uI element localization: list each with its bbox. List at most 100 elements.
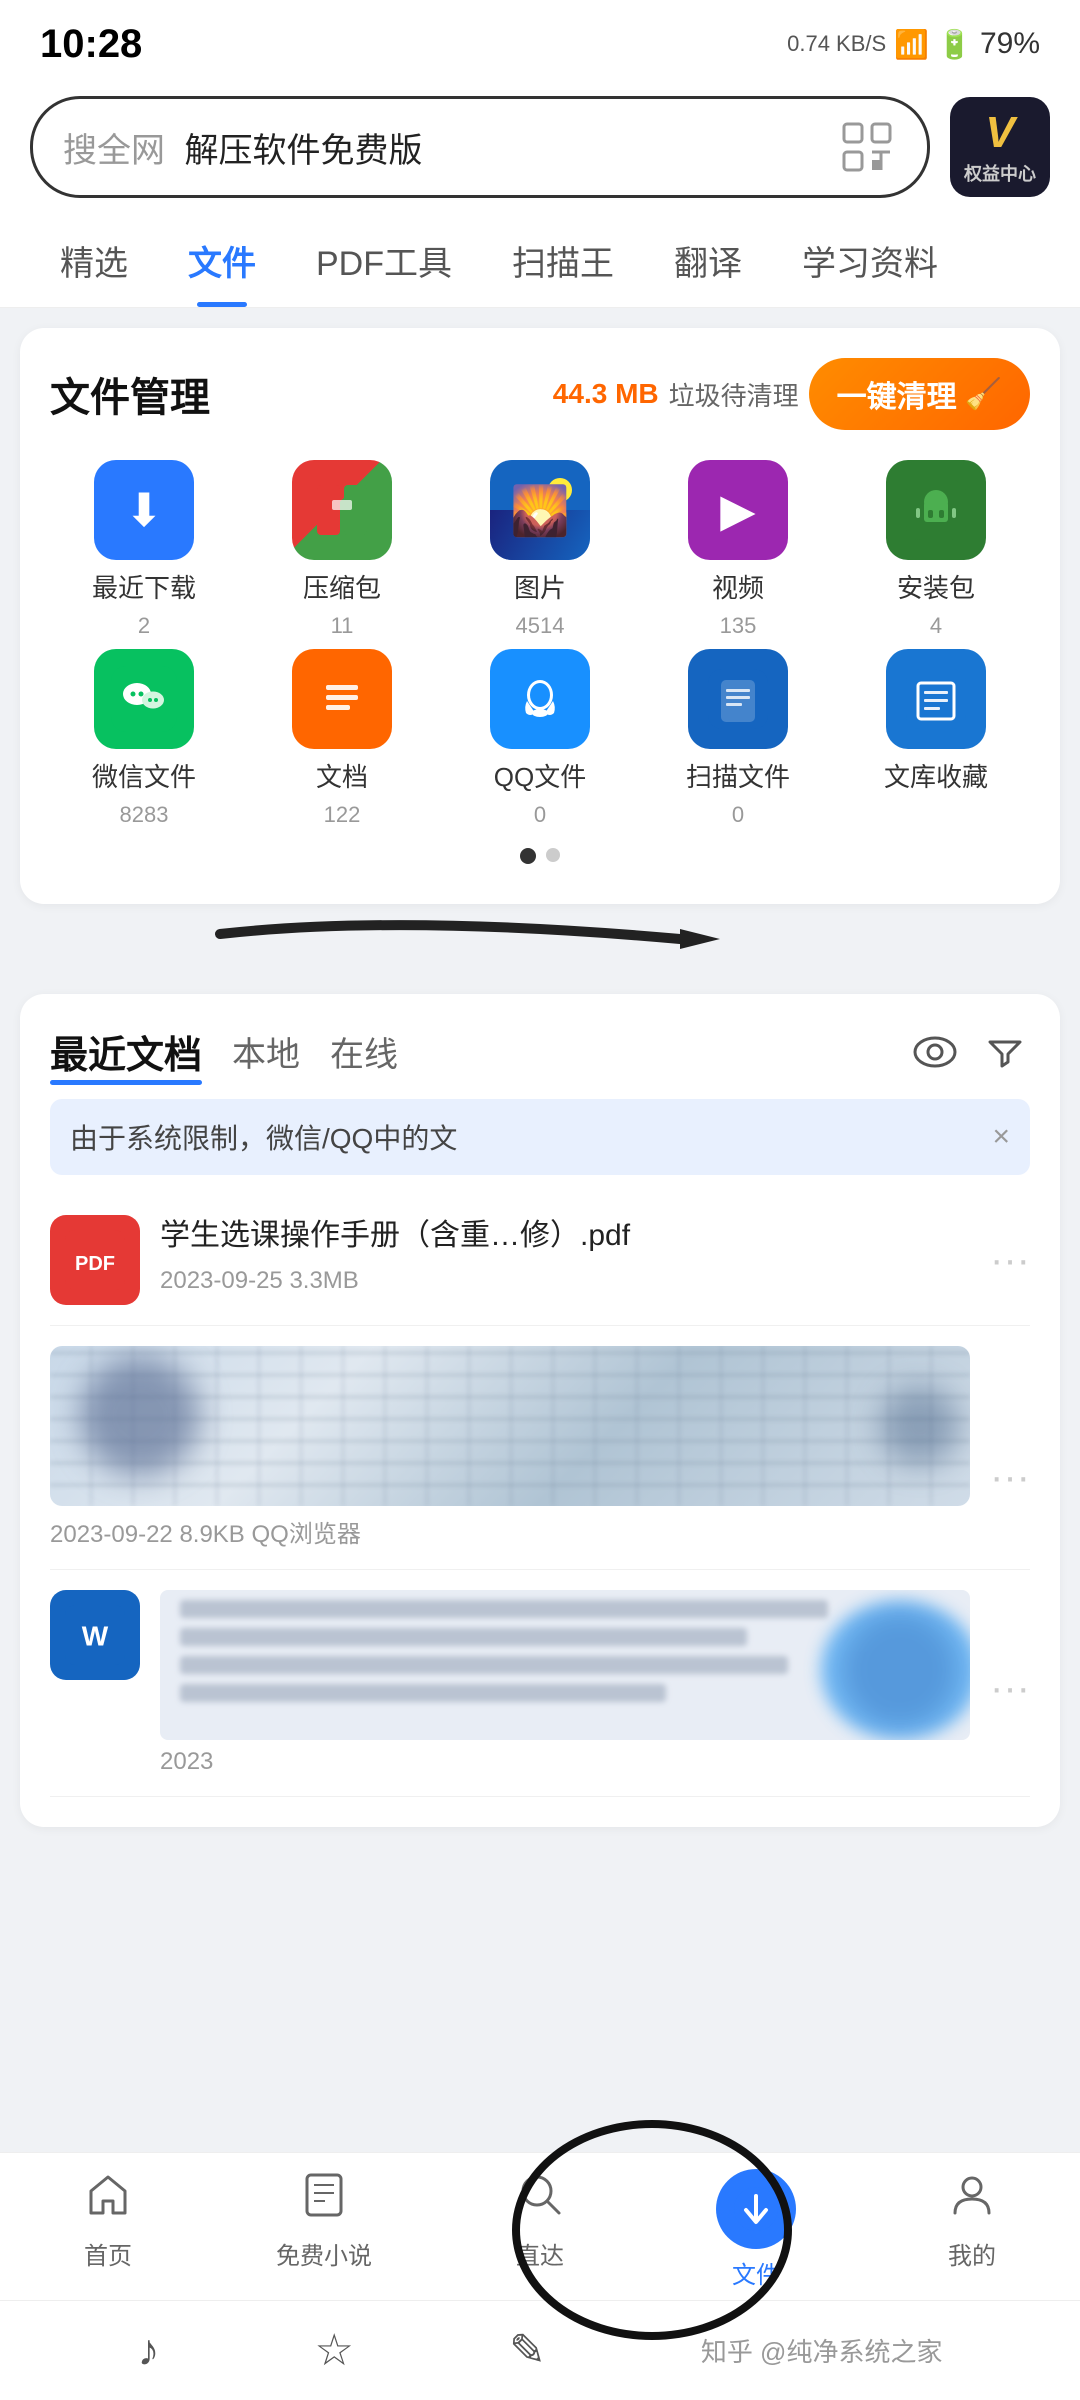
download-count: 2 xyxy=(138,613,150,639)
video-icon: ▶ xyxy=(688,460,788,560)
trash-size: 44.3 MB xyxy=(553,378,659,410)
recent-tab-online[interactable]: 在线 xyxy=(330,1027,398,1076)
wechat-count: 8283 xyxy=(120,802,169,828)
file-icons-grid: ⬇ 最近下载 2 压缩包 11 🌄 图片 4514 ▶ 视频 135 xyxy=(50,460,1030,828)
library-icon xyxy=(886,649,986,749)
file-item-library[interactable]: 文库收藏 xyxy=(842,649,1030,828)
status-time: 10:28 xyxy=(40,22,142,67)
nav-home[interactable]: 首页 xyxy=(0,2169,216,2290)
doc-label: 文档 xyxy=(316,757,368,794)
dot-inactive xyxy=(546,848,560,862)
recent-docs-title: 最近文档 xyxy=(50,1024,202,1079)
star-icon[interactable]: ☆ xyxy=(315,2325,354,2376)
status-bar: 10:28 0.74 KB/S 📶 🔋 79% xyxy=(0,0,1080,80)
doc-item-word[interactable]: W 2023 ··· xyxy=(50,1570,1030,1797)
status-icons: 0.74 KB/S 📶 🔋 79% xyxy=(787,27,1040,61)
home-nav-label: 首页 xyxy=(84,2236,132,2271)
download-icon: ⬇ xyxy=(94,460,194,560)
download-label: 最近下载 xyxy=(92,568,196,605)
image-count: 4514 xyxy=(516,613,565,639)
wechat-icon xyxy=(94,649,194,749)
doc-size-preview: 8.9KB xyxy=(179,1521,244,1548)
nav-direct[interactable]: 直达 xyxy=(432,2169,648,2290)
file-item-video[interactable]: ▶ 视频 135 xyxy=(644,460,832,639)
recent-docs-header: 最近文档 本地 在线 xyxy=(50,1024,1030,1079)
vip-icon: V xyxy=(985,108,1014,158)
trash-label: 垃圾待清理 xyxy=(669,376,799,413)
file-item-wechat[interactable]: 微信文件 8283 xyxy=(50,649,238,828)
tab-selected[interactable]: 精选 xyxy=(30,214,158,307)
clean-button[interactable]: 一键清理 🧹 xyxy=(809,358,1030,430)
edit-icon[interactable]: ✎ xyxy=(509,2325,546,2376)
doc-item-preview[interactable]: 2023-09-22 8.9KB QQ浏览器 ··· xyxy=(50,1326,1030,1570)
file-item-image[interactable]: 🌄 图片 4514 xyxy=(446,460,634,639)
qq-icon xyxy=(490,649,590,749)
battery-level: 79% xyxy=(980,27,1040,61)
file-item-download[interactable]: ⬇ 最近下载 2 xyxy=(50,460,238,639)
mine-nav-icon xyxy=(947,2169,997,2230)
search-bar[interactable]: 搜全网 解压软件免费版 xyxy=(30,96,930,198)
doc-meta-word: 2023 xyxy=(160,1748,970,1776)
tabs-container: 精选 文件 PDF工具 扫描王 翻译 学习资料 xyxy=(0,214,1080,308)
bottom-nav: 首页 免费小说 直达 文件 我的 xyxy=(0,2152,1080,2300)
file-item-qq[interactable]: QQ文件 0 xyxy=(446,649,634,828)
tab-translate[interactable]: 翻译 xyxy=(644,214,772,307)
clean-btn-label: 一键清理 xyxy=(837,372,957,416)
doc-meta-preview: 2023-09-22 8.9KB QQ浏览器 xyxy=(50,1514,970,1549)
doc-more-preview[interactable]: ··· xyxy=(990,1455,1030,1500)
notice-close-button[interactable]: × xyxy=(992,1120,1010,1154)
scan-label: 扫描文件 xyxy=(686,757,790,794)
tab-pdf[interactable]: PDF工具 xyxy=(286,214,482,307)
doc-date-pdf: 2023-09-25 xyxy=(160,1267,283,1294)
file-management-card: 文件管理 44.3 MB 垃圾待清理 一键清理 🧹 ⬇ 最近下载 2 压缩包 1… xyxy=(20,328,1060,904)
nav-novel[interactable]: 免费小说 xyxy=(216,2169,432,2290)
nav-mine[interactable]: 我的 xyxy=(864,2169,1080,2290)
scan-file-icon xyxy=(688,649,788,749)
wechat-label: 微信文件 xyxy=(92,757,196,794)
scan-icon[interactable] xyxy=(837,117,897,177)
tab-study[interactable]: 学习资料 xyxy=(772,214,968,307)
broom-icon: 🧹 xyxy=(965,377,1002,412)
file-item-scan[interactable]: 扫描文件 0 xyxy=(644,649,832,828)
dot-active xyxy=(520,848,536,864)
apk-icon xyxy=(886,460,986,560)
library-label: 文库收藏 xyxy=(884,757,988,794)
doc-more-pdf[interactable]: ··· xyxy=(990,1238,1030,1283)
doc-meta-pdf: 2023-09-25 3.3MB xyxy=(160,1267,970,1295)
nav-file[interactable]: 文件 xyxy=(648,2169,864,2290)
eye-icon[interactable] xyxy=(910,1027,960,1077)
word-doc-icon: W xyxy=(50,1590,140,1680)
qq-label: QQ文件 xyxy=(494,757,586,794)
home-nav-icon xyxy=(83,2169,133,2230)
file-item-apk[interactable]: 安装包 4 xyxy=(842,460,1030,639)
file-item-archive[interactable]: 压缩包 11 xyxy=(248,460,436,639)
music-icon[interactable]: ♪ xyxy=(138,2326,160,2376)
vip-button[interactable]: V 权益中心 xyxy=(950,97,1050,197)
doc-name-pdf: 学生选课操作手册（含重…修）.pdf xyxy=(160,1215,970,1257)
doc-more-word[interactable]: ··· xyxy=(990,1666,1030,1711)
file-nav-label: 文件 xyxy=(732,2255,780,2290)
recent-docs-section: 最近文档 本地 在线 由于系统限制，微信/QQ中的文 × PDF 学生选课操作手… xyxy=(20,994,1060,1827)
file-item-doc[interactable]: 文档 122 xyxy=(248,649,436,828)
search-input-display[interactable]: 搜全网 解压软件免费版 xyxy=(63,123,821,172)
novel-nav-label: 免费小说 xyxy=(276,2236,372,2271)
signal-icon: 📶 xyxy=(894,28,929,61)
doc-item-pdf[interactable]: PDF 学生选课操作手册（含重…修）.pdf 2023-09-25 3.3MB … xyxy=(50,1195,1030,1326)
file-management-title: 文件管理 xyxy=(50,365,210,423)
direct-nav-icon xyxy=(515,2169,565,2230)
doc-date-word: 2023 xyxy=(160,1748,213,1775)
tab-file[interactable]: 文件 xyxy=(158,214,286,307)
word-doc-preview-area: 2023 xyxy=(160,1590,970,1776)
doc-count: 122 xyxy=(324,802,361,828)
pagination-dots xyxy=(50,848,1030,864)
recent-tab-local[interactable]: 本地 xyxy=(232,1027,300,1076)
tab-scan[interactable]: 扫描王 xyxy=(482,214,644,307)
notice-text: 由于系统限制，微信/QQ中的文 xyxy=(70,1117,457,1157)
svg-text:PDF: PDF xyxy=(75,1253,115,1275)
filter-icon[interactable] xyxy=(980,1027,1030,1077)
recent-icons xyxy=(910,1027,1030,1077)
video-count: 135 xyxy=(720,613,757,639)
watermark-brand: 知乎 @纯净系统之家 xyxy=(701,2332,943,2369)
archive-icon xyxy=(292,460,392,560)
doc-info-pdf: 学生选课操作手册（含重…修）.pdf 2023-09-25 3.3MB xyxy=(160,1215,970,1295)
